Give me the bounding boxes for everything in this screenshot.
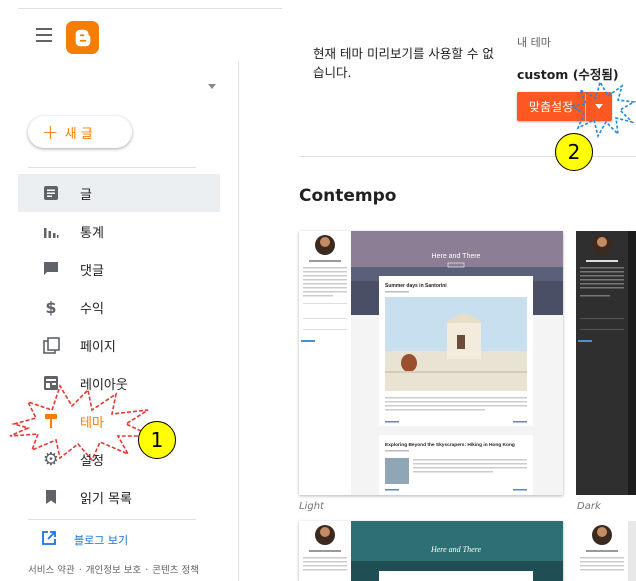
nav-item-stats[interactable]: 통계 [18,212,220,250]
nav-item-reading-list[interactable]: 읽기 목록 [18,478,220,516]
theme-card-3[interactable]: Here and There [299,521,563,581]
nav-label: 페이지 [80,339,116,355]
thumb-blog-title: Here and There [432,253,481,260]
new-post-button[interactable]: + 새 글 [28,116,132,148]
menu-icon[interactable] [36,28,52,42]
theme-thumbnail-dark [576,231,636,495]
plus-icon: + [42,120,59,144]
comments-icon [42,260,60,278]
nav-item-pages[interactable]: 페이지 [18,326,220,364]
footer-links: 서비스 약관 · 개인정보 보호 · 콘텐츠 정책 [28,565,199,576]
privacy-link[interactable]: 개인정보 보호 [86,565,141,576]
nav-item-comments[interactable]: 댓글 [18,250,220,288]
view-blog-link[interactable]: 블로그 보기 [42,530,128,549]
posts-icon [42,184,60,202]
sidebar-divider [28,519,196,520]
terms-link[interactable]: 서비스 약관 [28,565,75,576]
nav-item-earnings[interactable]: $ 수익 [18,288,220,326]
thumb-blog-title-3: Here and There [430,545,482,554]
marker-1-label: 1 [150,428,164,452]
top-divider [18,8,282,9]
bookmark-icon [42,488,60,506]
blog-selector-dropdown-icon[interactable] [208,84,216,89]
sidebar-divider [28,167,196,168]
marker-2-label: 2 [567,140,581,164]
highlight-starburst-blue [569,80,636,138]
blogger-logo-icon[interactable] [66,21,99,54]
theme-thumbnail-4 [576,521,636,581]
dollar-icon: $ [45,297,57,317]
preview-unavailable-text: 현재 테마 미리보기를 사용할 수 없습니다. [313,46,494,80]
open-external-icon [42,530,56,549]
new-post-label: 새 글 [64,126,93,142]
nav-label: 통계 [80,225,104,241]
nav-item-posts[interactable]: 글 [18,174,220,212]
theme-thumbnail-light: Here and There Summer days in Santorini … [299,231,563,495]
highlight-starburst-red [9,384,153,462]
annotation-marker-1: 1 [138,421,176,459]
nav-label: 읽기 목록 [80,491,132,507]
theme-section-title: Contempo [299,186,397,206]
theme-card-4[interactable] [576,521,636,581]
thumb-post1-title: Summer days in Santorini [385,283,447,289]
stats-icon [42,222,60,240]
theme-caption-light: Light [299,501,324,512]
view-blog-label: 블로그 보기 [74,533,129,547]
nav-label: 수익 [80,301,104,317]
sidebar-border [238,62,239,581]
theme-card-dark[interactable] [576,231,636,495]
nav-label: 댓글 [80,263,104,279]
theme-caption-dark: Dark [577,501,601,512]
thumb-post2-title: Exploring Beyond the Skyscrapers: Hiking… [385,442,515,448]
theme-thumbnail-3: Here and There [299,521,563,581]
my-theme-label: 내 테마 [517,36,551,49]
pages-icon [42,336,60,354]
nav-label: 글 [80,187,92,203]
content-policy-link[interactable]: 콘텐츠 정책 [152,565,199,576]
annotation-marker-2: 2 [555,133,593,171]
theme-card-light[interactable]: Here and There Summer days in Santorini … [299,231,563,495]
